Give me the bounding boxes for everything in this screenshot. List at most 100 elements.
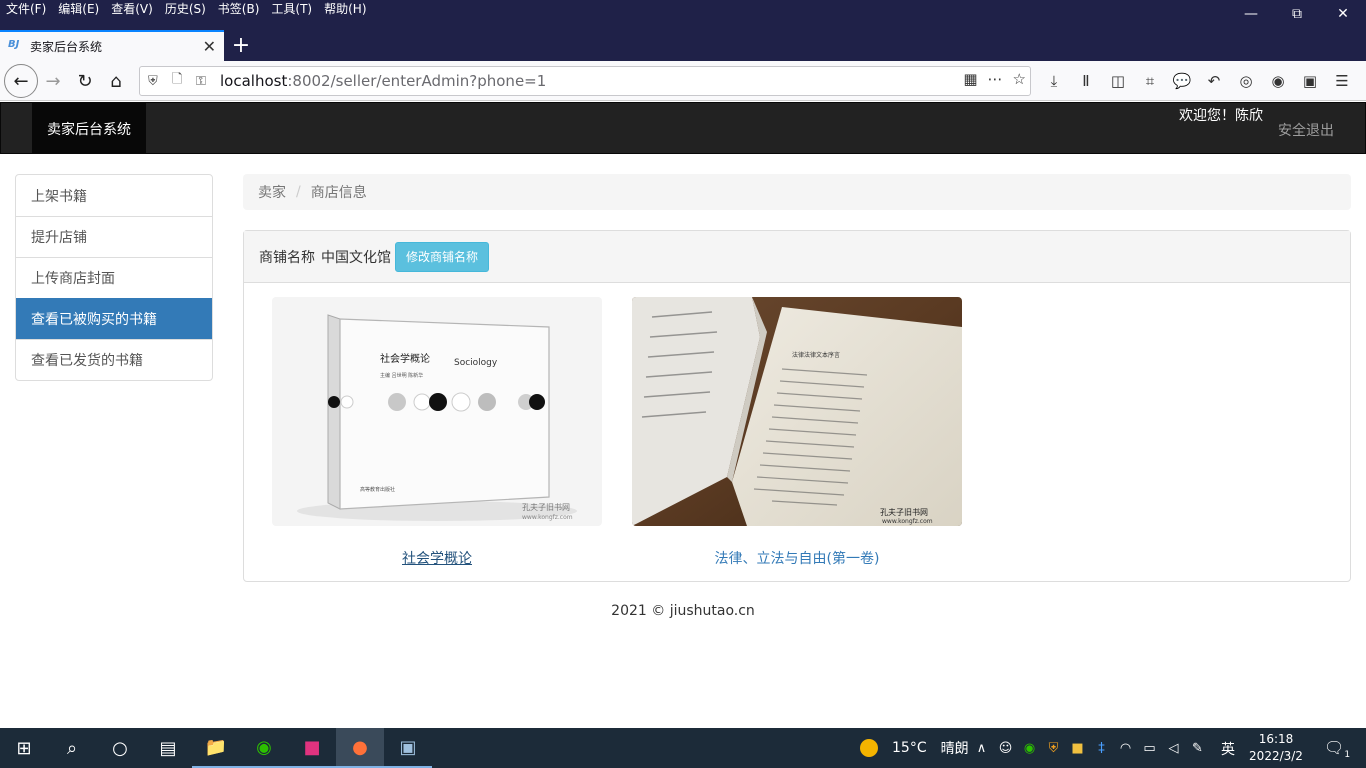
site-brand[interactable]: 卖家后台系统 (32, 103, 146, 154)
task-view-icon[interactable]: ▤ (144, 728, 192, 768)
address-bar[interactable]: ⛨ 🗋 ⚿ localhost:8002/seller/enterAdmin?p… (139, 66, 1031, 96)
chevron-up-icon[interactable]: ∧ (972, 741, 991, 756)
browser-menubar: 文件(F) 编辑(E) 查看(V) 历史(S) 书签(B) 工具(T) 帮助(H… (6, 1, 379, 17)
windows-start-icon[interactable]: ⊞ (0, 728, 48, 768)
chat-icon[interactable]: 💬 (1166, 66, 1198, 96)
wechat-tray-icon[interactable]: ◉ (1020, 741, 1039, 756)
menu-edit[interactable]: 编辑(E) (58, 1, 99, 17)
weather-widget[interactable]: 15°C 晴朗 (860, 728, 969, 768)
sun-icon (860, 739, 878, 757)
shop-panel-header: 商铺名称 中国文化馆 修改商铺名称 (244, 231, 1350, 283)
search-icon[interactable]: ⌕ (48, 728, 96, 768)
cortana-icon[interactable]: ○ (96, 728, 144, 768)
firefox-icon[interactable]: ● (336, 728, 384, 768)
menu-help[interactable]: 帮助(H) (324, 1, 366, 17)
temperature: 15°C (892, 740, 927, 756)
download-icon[interactable]: ⤓ (1038, 66, 1070, 96)
menu-file[interactable]: 文件(F) (6, 1, 46, 17)
book-title-link[interactable]: 社会学概论 (272, 548, 602, 568)
app-window-icon[interactable]: ▣ (384, 728, 432, 768)
menu-bookmarks[interactable]: 书签(B) (218, 1, 260, 17)
pen-icon[interactable]: ✎ (1188, 741, 1207, 756)
tab-seller-admin[interactable]: BJ 卖家后台系统 ✕ (0, 30, 224, 61)
wechat-icon[interactable]: ◉ (240, 728, 288, 768)
intellij-icon[interactable]: ■ (288, 728, 336, 768)
notification-count: 1 (1344, 750, 1351, 761)
forward-arrow-icon[interactable]: → (38, 66, 68, 96)
cover-title: 社会学概论 (380, 352, 430, 365)
sidebar-item-purchased-books[interactable]: 查看已被购买的书籍 (16, 298, 212, 339)
home-icon[interactable]: ⌂ (101, 66, 131, 96)
sidebar-item-shipped-books[interactable]: 查看已发货的书籍 (16, 339, 212, 380)
close-window-icon[interactable]: ✕ (1320, 0, 1366, 28)
book-cover-image[interactable]: 社会学概论 Sociology 主编 吕世明 陈新华 高等教育出版社 孔夫子旧书… (272, 297, 602, 526)
weather-condition: 晴朗 (940, 741, 969, 757)
qq-icon[interactable]: ☺ (996, 741, 1015, 756)
bookmark-star-icon[interactable]: ☆ (1013, 70, 1026, 88)
toolbar-icons: ⤓ Ⅱ ◫ ⌗ 💬 ↶ ◎ ◉ ▣ ☰ (1038, 66, 1358, 96)
selenium-icon[interactable]: ▣ (1294, 66, 1326, 96)
taskbar: ⊞ ⌕ ○ ▤ 📁 ◉ ■ ● ▣ 15°C 晴朗 ∧ ☺ ◉ ⛨ ■ ‡ ◠ … (0, 728, 1366, 768)
favicon-icon: BJ (8, 38, 20, 50)
bluetooth-icon[interactable]: ‡ (1092, 741, 1111, 756)
volume-icon[interactable]: ◁ (1164, 741, 1183, 756)
url-host: localhost (220, 72, 288, 90)
browser-navbar: ← → ↻ ⌂ ⛨ 🗋 ⚿ localhost:8002/seller/ente… (0, 61, 1366, 101)
book-cover-image[interactable]: 法律法律文本序言 孔夫子旧书网 www.kongfz.com (632, 297, 962, 526)
watermark-text: 孔夫子旧书网 (522, 502, 570, 512)
site-navbar: 卖家后台系统 欢迎您！陈欣 安全退出 (0, 102, 1366, 154)
more-actions-icon[interactable]: ⋯ (988, 70, 1003, 88)
book-title-link[interactable]: 法律、立法与自由(第一卷) (632, 548, 962, 568)
minimize-icon[interactable]: — (1228, 0, 1274, 28)
breadcrumb-seller[interactable]: 卖家 (258, 182, 286, 202)
shop-name: 中国文化馆 (321, 249, 391, 266)
watermark-url: www.kongfz.com (522, 514, 573, 521)
clock[interactable]: 16:18 2022/3/2 (1246, 731, 1306, 765)
input-method-indicator[interactable]: 英 (1221, 739, 1235, 759)
logout-link[interactable]: 安全退出 (1278, 120, 1334, 140)
breadcrumb: 卖家 / 商店信息 (243, 174, 1351, 210)
sidebar-menu: 上架书籍 提升店铺 上传商店封面 查看已被购买的书籍 查看已发货的书籍 (15, 174, 213, 381)
menu-view[interactable]: 查看(V) (111, 1, 153, 17)
clock-date: 2022/3/2 (1249, 749, 1303, 763)
menu-tools[interactable]: 工具(T) (271, 1, 312, 17)
sidebar-item-list-book[interactable]: 上架书籍 (16, 175, 212, 216)
undo-icon[interactable]: ↶ (1198, 66, 1230, 96)
sidebar-item-promote-shop[interactable]: 提升店铺 (16, 216, 212, 257)
file-explorer-icon[interactable]: 📁 (192, 728, 240, 768)
account-icon[interactable]: ◎ (1230, 66, 1262, 96)
back-arrow-icon[interactable]: ← (4, 64, 38, 98)
page-footer: 2021 © jiushutao.cn (611, 603, 755, 619)
crop-screenshot-icon[interactable]: ⌗ (1134, 66, 1166, 96)
page-icon[interactable]: 🗋 (172, 70, 194, 92)
tab-close-icon[interactable]: ✕ (203, 37, 216, 56)
welcome-text: 欢迎您！陈欣 (1179, 108, 1263, 124)
extension-icon[interactable]: ◉ (1262, 66, 1294, 96)
browser-titlebar: 文件(F) 编辑(E) 查看(V) 历史(S) 书签(B) 工具(T) 帮助(H… (0, 0, 1366, 31)
wifi-icon[interactable]: ◠ (1116, 741, 1135, 756)
breadcrumb-current: 商店信息 (310, 185, 367, 201)
shield-icon[interactable]: ⛨ (148, 74, 170, 89)
key-icon[interactable]: ⚿ (196, 74, 218, 89)
folder-tray-icon[interactable]: ■ (1068, 741, 1087, 756)
battery-icon[interactable]: ▭ (1140, 741, 1159, 756)
notification-center-icon[interactable]: 🗨1 (1324, 738, 1350, 760)
book-card: 社会学概论 Sociology 主编 吕世明 陈新华 高等教育出版社 孔夫子旧书… (272, 297, 602, 568)
sidebar-icon[interactable]: ◫ (1102, 66, 1134, 96)
breadcrumb-separator: / (296, 184, 301, 200)
library-icon[interactable]: Ⅱ (1070, 66, 1102, 96)
edit-shop-name-button[interactable]: 修改商铺名称 (395, 241, 490, 272)
tab-strip: BJ 卖家后台系统 ✕ + (0, 28, 1366, 61)
cover-subtitle: Sociology (454, 358, 498, 368)
reload-icon[interactable]: ↻ (70, 66, 100, 96)
security-shield-icon[interactable]: ⛨ (1044, 741, 1063, 756)
new-tab-icon[interactable]: + (228, 32, 254, 58)
hamburger-menu-icon[interactable]: ☰ (1326, 66, 1358, 96)
qr-code-icon[interactable]: ▦ (963, 70, 977, 88)
restore-icon[interactable]: ⧉ (1274, 0, 1320, 28)
sidebar-item-upload-cover[interactable]: 上传商店封面 (16, 257, 212, 298)
watermark-text: 孔夫子旧书网 (880, 507, 928, 517)
system-tray: ∧ ☺ ◉ ⛨ ■ ‡ ◠ ▭ ◁ ✎ (972, 728, 1207, 768)
menu-history[interactable]: 历史(S) (165, 1, 206, 17)
web-page: 卖家后台系统 欢迎您！陈欣 安全退出 上架书籍 提升店铺 上传商店封面 查看已被… (0, 102, 1366, 728)
